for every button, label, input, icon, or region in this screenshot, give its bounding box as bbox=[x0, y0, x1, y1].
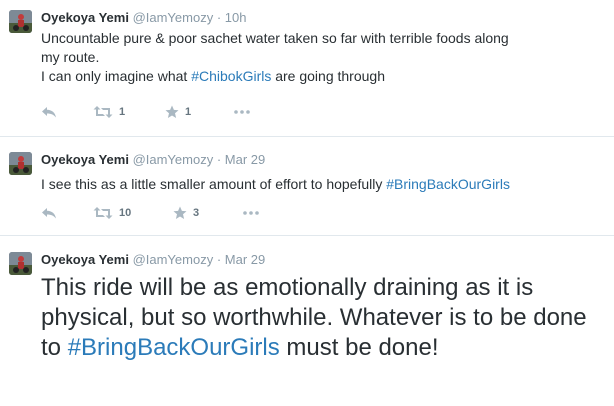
tweet-timestamp[interactable]: Mar 29 bbox=[225, 152, 265, 167]
separator-dot: · bbox=[216, 252, 222, 267]
user-name[interactable]: Oyekoya Yemi bbox=[41, 152, 129, 167]
reply-button[interactable] bbox=[41, 104, 57, 120]
tweet-text-line: my route. bbox=[41, 49, 100, 65]
favorite-count: 1 bbox=[185, 106, 192, 118]
avatar-image-icon bbox=[9, 252, 32, 275]
separator-dot: · bbox=[216, 10, 222, 25]
user-handle[interactable]: @IamYemozy bbox=[133, 10, 214, 25]
retweet-icon bbox=[93, 207, 113, 219]
user-name[interactable]: Oyekoya Yemi bbox=[41, 10, 129, 25]
favorite-button[interactable]: 3 bbox=[173, 205, 199, 221]
retweet-button[interactable]: 10 bbox=[93, 205, 131, 221]
hashtag-link[interactable]: #ChibokGirls bbox=[191, 68, 271, 84]
tweet-timestamp[interactable]: 10h bbox=[225, 10, 247, 25]
user-handle[interactable]: @IamYemozy bbox=[133, 152, 214, 167]
more-button[interactable] bbox=[243, 205, 259, 221]
hashtag-link[interactable]: #BringBackOurGirls bbox=[386, 176, 510, 192]
star-icon bbox=[165, 105, 179, 118]
tweet-3[interactable]: Oyekoya Yemi @IamYemozy · Mar 29 This ri… bbox=[0, 236, 614, 406]
tweet-header: Oyekoya Yemi @IamYemozy · Mar 29 bbox=[41, 152, 265, 168]
reply-icon bbox=[42, 208, 56, 219]
tweet-timestamp[interactable]: Mar 29 bbox=[225, 252, 265, 267]
more-icon bbox=[234, 110, 250, 114]
avatar-image-icon bbox=[9, 152, 32, 175]
user-handle[interactable]: @IamYemozy bbox=[133, 252, 214, 267]
reply-icon bbox=[42, 107, 56, 118]
more-button[interactable] bbox=[234, 104, 250, 120]
user-name[interactable]: Oyekoya Yemi bbox=[41, 252, 129, 267]
tweet-text-segment: I can only imagine what bbox=[41, 68, 192, 84]
separator-dot: · bbox=[216, 152, 222, 167]
tweet-text: This ride will be as emotionally drainin… bbox=[41, 273, 598, 363]
tweet-text-segment: I see this as a little smaller amount of… bbox=[41, 176, 387, 192]
star-icon bbox=[173, 206, 187, 219]
retweet-count: 1 bbox=[119, 106, 126, 118]
tweet-1[interactable]: Oyekoya Yemi @IamYemozy · 10h Uncountabl… bbox=[0, 0, 614, 136]
more-icon bbox=[243, 211, 259, 215]
avatar[interactable] bbox=[9, 10, 32, 33]
favorite-count: 3 bbox=[193, 207, 200, 219]
retweet-count: 10 bbox=[119, 207, 132, 219]
retweet-icon bbox=[93, 106, 113, 118]
tweet-header: Oyekoya Yemi @IamYemozy · Mar 29 bbox=[41, 252, 265, 268]
avatar[interactable] bbox=[9, 252, 32, 275]
tweet-text-segment: must be done! bbox=[279, 334, 439, 361]
favorite-button[interactable]: 1 bbox=[165, 104, 191, 120]
reply-button[interactable] bbox=[41, 205, 57, 221]
avatar[interactable] bbox=[9, 152, 32, 175]
tweet-text-line: I can only imagine what #ChibokGirls are… bbox=[41, 67, 602, 86]
retweet-button[interactable]: 1 bbox=[93, 104, 125, 120]
hashtag-link[interactable]: #BringBackOurGirls bbox=[68, 334, 280, 361]
avatar-image-icon bbox=[9, 10, 32, 33]
tweet-text-line: Uncountable pure & poor sachet water tak… bbox=[41, 30, 509, 46]
tweet-text: Uncountable pure & poor sachet water tak… bbox=[41, 29, 602, 86]
tweet-text-segment: are going through bbox=[271, 68, 385, 84]
tweet-2[interactable]: Oyekoya Yemi @IamYemozy · Mar 29 I see t… bbox=[0, 137, 614, 235]
tweet-header: Oyekoya Yemi @IamYemozy · 10h bbox=[41, 10, 247, 26]
tweet-text: I see this as a little smaller amount of… bbox=[41, 175, 602, 194]
